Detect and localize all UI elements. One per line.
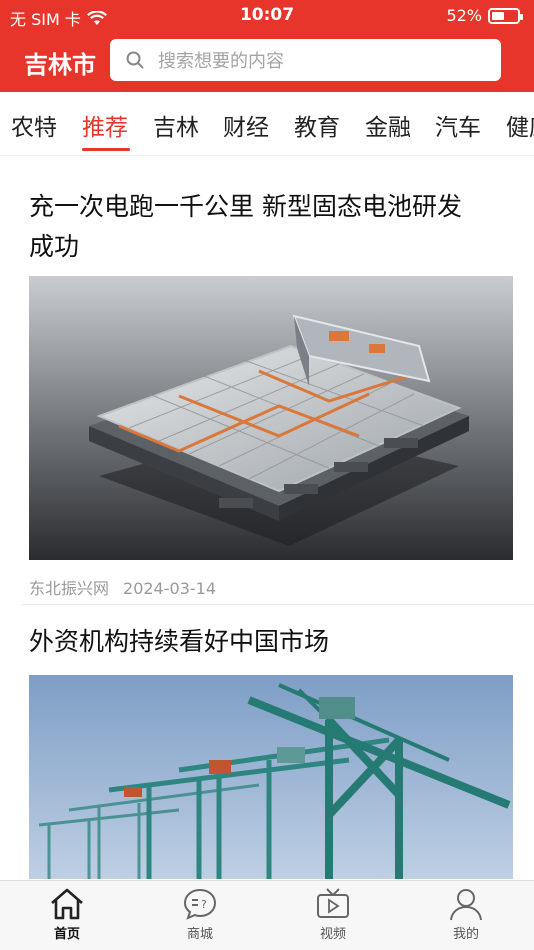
tab-jilin[interactable]: 吉林 [153,108,199,142]
tab-health[interactable]: 健康 [506,108,534,142]
user-icon [450,889,482,921]
search-icon [126,51,144,69]
bottom-nav: 首页 ? 商城 视频 我的 [0,880,534,950]
tab-recommended[interactable]: 推荐 [82,108,128,142]
article-source: 东北振兴网 [29,579,110,598]
channel-tabs: 农特 推荐 吉林 财经 教育 金融 汽车 健康 [0,92,534,156]
battery-icon [488,7,523,24]
chat-bubble-icon: ? [183,888,217,920]
tab-finance[interactable]: 财经 [223,108,269,142]
active-tab-indicator [82,148,130,151]
news-card[interactable]: 充一次电跑一千公里 新型固态电池研发 成功 东北振兴网 2024-03-14 [0,157,534,605]
article-title[interactable]: 外资机构持续看好中国市场 [29,622,509,662]
search-bar[interactable]: 搜索想要的内容 [110,39,501,81]
app-header: 无 SIM 卡 10:07 52% 吉林市 搜索想要的内容 [0,0,534,92]
news-feed[interactable]: 充一次电跑一千公里 新型固态电池研发 成功 东北振兴网 2024-03-14 外… [0,157,534,879]
city-selector[interactable]: 吉林市 [24,45,96,80]
article-title[interactable]: 充一次电跑一千公里 新型固态电池研发 成功 [29,187,509,267]
nav-home[interactable]: 首页 [27,887,107,942]
nav-home-label: 首页 [53,927,80,942]
tv-icon [317,888,349,918]
tab-education[interactable]: 教育 [294,108,340,142]
news-card[interactable]: 外资机构持续看好中国市场 [0,605,534,879]
battery-pack-image [29,276,513,560]
nav-video[interactable]: 视频 [293,887,373,942]
article-date: 2024-03-14 [123,579,216,598]
battery-group: 52% [446,6,523,25]
status-bar: 无 SIM 卡 10:07 52% [0,0,534,30]
article-image[interactable] [29,276,513,560]
home-icon [51,888,83,920]
search-placeholder: 搜索想要的内容 [158,51,284,72]
nav-mall[interactable]: ? 商城 [160,887,240,942]
nav-profile-label: 我的 [452,927,479,942]
port-cranes-image [29,675,513,879]
svg-text:?: ? [201,898,207,911]
tab-nongte[interactable]: 农特 [11,108,57,142]
article-meta: 东北振兴网 2024-03-14 [29,575,216,599]
article-image[interactable] [29,675,513,879]
nav-video-label: 视频 [319,927,346,942]
tab-auto[interactable]: 汽车 [435,108,481,142]
nav-mall-label: 商城 [186,927,213,942]
nav-profile[interactable]: 我的 [426,887,506,942]
battery-percent: 52% [446,6,482,25]
tab-banking[interactable]: 金融 [365,108,411,142]
